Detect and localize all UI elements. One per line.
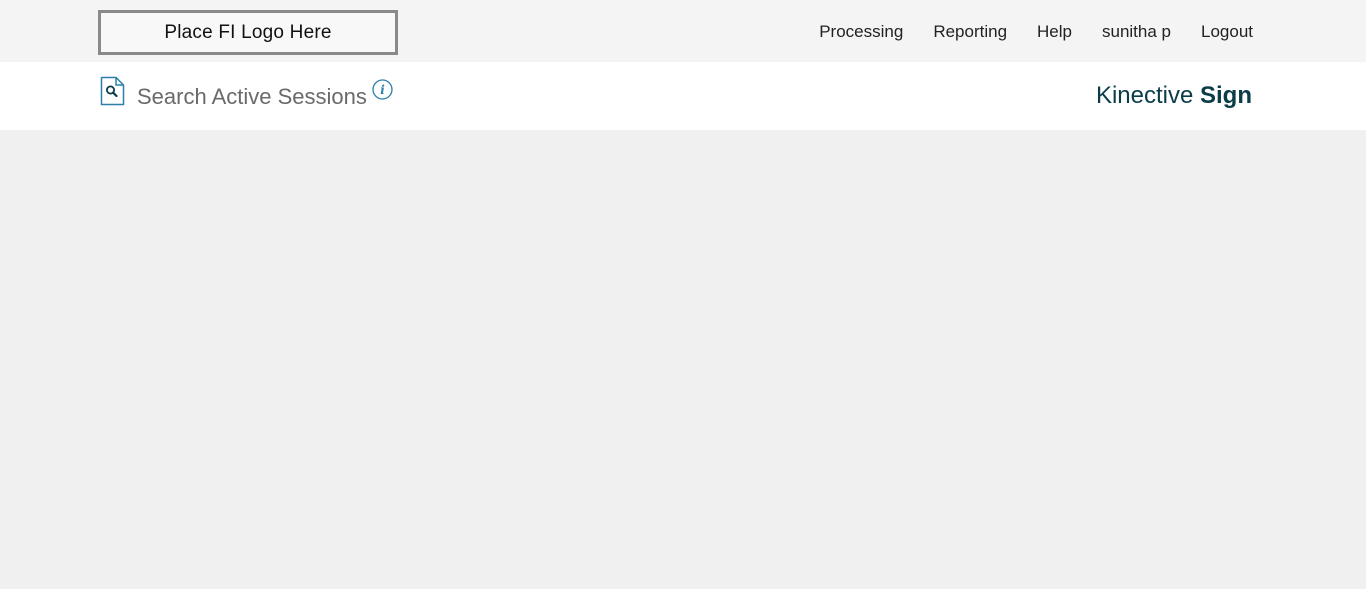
nav-help[interactable]: Help bbox=[1037, 22, 1072, 42]
nav-logout[interactable]: Logout bbox=[1201, 22, 1253, 42]
page-title: Search Active Sessions bbox=[137, 84, 367, 109]
brand-logo: Kinective Sign bbox=[1096, 82, 1252, 110]
brand-suffix: Sign bbox=[1200, 82, 1252, 109]
nav-user-name[interactable]: sunitha p bbox=[1102, 22, 1171, 42]
top-nav: Processing Reporting Help sunitha p Logo… bbox=[789, 22, 1253, 42]
svg-text:i: i bbox=[380, 83, 385, 97]
nav-processing[interactable]: Processing bbox=[819, 22, 903, 42]
brand-prefix: Kinective bbox=[1095, 82, 1194, 109]
nav-reporting[interactable]: Reporting bbox=[933, 22, 1007, 42]
document-search-icon bbox=[100, 76, 125, 106]
fi-logo-placeholder[interactable]: Place FI Logo Here bbox=[98, 10, 398, 55]
info-icon[interactable]: i bbox=[372, 79, 393, 100]
top-bar: Place FI Logo Here Processing Reporting … bbox=[0, 0, 1366, 62]
page-header: Search Active Sessions i Kinective Sign bbox=[0, 62, 1366, 130]
main-content-area bbox=[0, 130, 1366, 589]
logo-text: Place FI Logo Here bbox=[164, 21, 332, 43]
